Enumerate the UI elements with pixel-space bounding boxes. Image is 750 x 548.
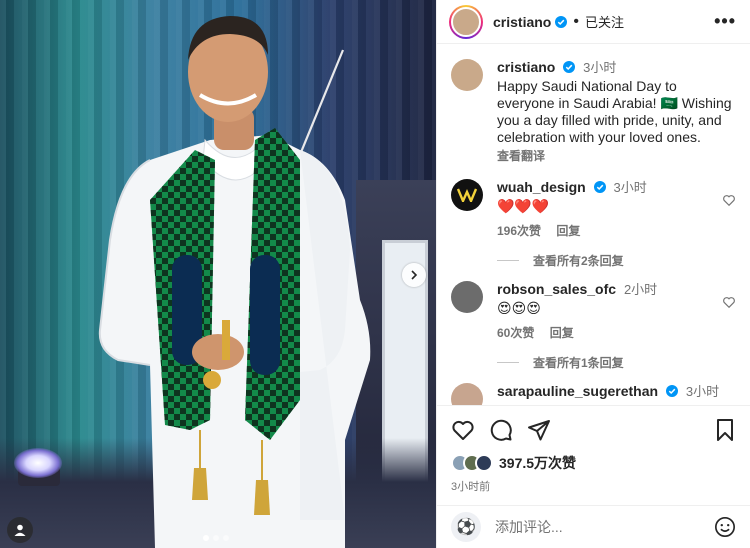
post-details-panel: cristiano • 已关注 ••• cristiano 3小时 Happy … — [436, 0, 750, 548]
verified-badge-icon — [563, 61, 576, 73]
verified-badge-icon — [665, 385, 678, 397]
more-options-icon[interactable]: ••• — [714, 11, 736, 32]
likes-summary[interactable]: 397.5万次赞 — [451, 452, 736, 474]
comment-text: 😍😍😍 — [497, 300, 541, 316]
comment-username[interactable]: sarapauline_sugerethan — [497, 383, 658, 399]
post-image[interactable] — [0, 0, 436, 548]
liker-avatars — [451, 454, 493, 472]
heart-outline-icon[interactable] — [722, 295, 736, 309]
carousel-dot — [213, 535, 219, 541]
man-in-thobe-figure — [98, 16, 371, 548]
view-replies-button[interactable]: 查看所有2条回复 — [497, 252, 736, 269]
share-send-icon[interactable] — [527, 418, 551, 442]
author-username[interactable]: cristiano — [493, 14, 551, 30]
comment-like-count[interactable]: 60次赞 — [497, 326, 534, 340]
comment-time[interactable]: 2小时 — [624, 282, 657, 297]
comment-time[interactable]: 3小时 — [686, 384, 719, 399]
caption-username[interactable]: cristiano — [497, 59, 555, 75]
heart-outline-icon[interactable] — [722, 193, 736, 207]
wuah-logo-icon — [457, 188, 477, 202]
like-heart-icon[interactable] — [451, 418, 475, 442]
posted-time[interactable]: 3小时前 — [451, 478, 736, 494]
comment: wuah_design 3小时 ❤️❤️❤️ 196次赞 回复 — [451, 179, 736, 240]
carousel-dot — [223, 535, 229, 541]
avatar — [475, 454, 493, 472]
author-avatar[interactable] — [449, 4, 483, 39]
add-comment-bar: ⚽ — [437, 505, 750, 548]
avatar[interactable] — [451, 281, 483, 313]
comment-input[interactable] — [495, 519, 714, 535]
comment-time[interactable]: 3小时 — [613, 180, 646, 195]
comment-like-count[interactable]: 196次赞 — [497, 224, 541, 238]
save-bookmark-icon[interactable] — [714, 418, 736, 442]
view-replies-label: 查看所有1条回复 — [533, 356, 624, 370]
avatar[interactable] — [451, 383, 483, 405]
comment-username[interactable]: robson_sales_ofc — [497, 281, 616, 297]
reply-button[interactable]: 回复 — [556, 224, 580, 238]
comments-list[interactable]: cristiano 3小时 Happy Saudi National Day t… — [437, 45, 750, 405]
comment-text: ❤️❤️❤️ — [497, 198, 550, 214]
caption: cristiano 3小时 Happy Saudi National Day t… — [451, 59, 736, 165]
verified-badge-icon — [555, 15, 568, 28]
comment-icon[interactable] — [489, 418, 513, 442]
reply-button[interactable]: 回复 — [550, 326, 574, 340]
post-actions: 397.5万次赞 3小时前 — [437, 405, 750, 494]
carousel-indicator — [203, 535, 229, 541]
tagged-users-button[interactable] — [7, 517, 33, 543]
avatar[interactable] — [451, 179, 483, 211]
view-replies-button[interactable]: 查看所有1条回复 — [497, 354, 736, 371]
emoji-icon[interactable] — [714, 516, 736, 538]
caption-time[interactable]: 3小时 — [583, 60, 616, 75]
carousel-dot — [203, 535, 209, 541]
see-translation-link[interactable]: 查看翻译 — [497, 148, 736, 165]
view-replies-label: 查看所有2条回复 — [533, 254, 624, 268]
header-separator: • — [573, 12, 579, 30]
comment-username[interactable]: wuah_design — [497, 179, 586, 195]
chevron-right-icon — [411, 270, 418, 280]
next-image-button[interactable] — [402, 263, 426, 287]
like-count[interactable]: 397.5万次赞 — [499, 453, 576, 473]
avatar: ⚽ — [451, 512, 481, 542]
post-header: cristiano • 已关注 ••• — [437, 0, 750, 44]
user-icon — [14, 524, 26, 536]
avatar[interactable] — [451, 59, 483, 91]
following-status[interactable]: 已关注 — [585, 12, 624, 31]
verified-badge-icon — [593, 181, 606, 193]
caption-text: Happy Saudi National Day to everyone in … — [497, 78, 732, 145]
comment: sarapauline_sugerethan 3小时 — [451, 383, 736, 405]
comment: robson_sales_ofc 2小时 😍😍😍 60次赞 回复 — [451, 281, 736, 342]
